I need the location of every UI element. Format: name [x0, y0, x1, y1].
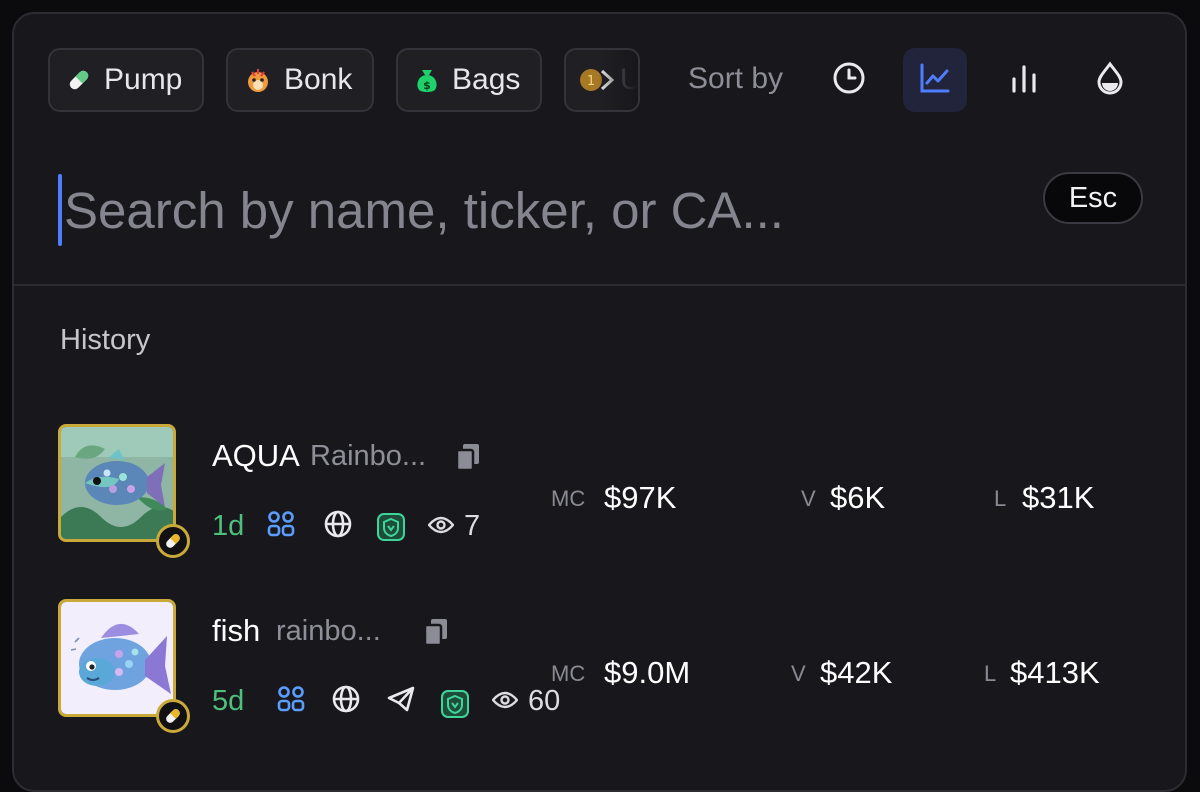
history-row-fish[interactable]: fish rainbo... 5d 60 MC $9.0M V $42K L $…: [14, 599, 1185, 749]
volume-label: V: [791, 661, 806, 686]
pump-badge: [156, 524, 190, 558]
market-cap-label: MC: [551, 486, 586, 511]
chip-fade: [598, 50, 638, 110]
liquidity-label: L: [994, 486, 1007, 511]
token-age: 5d: [212, 685, 245, 717]
chip-label: Pump: [104, 63, 183, 96]
chip-label: Bags: [452, 63, 521, 96]
globe-icon[interactable]: [330, 683, 362, 715]
token-name: rainbo...: [276, 615, 381, 647]
search-bar: [14, 154, 1185, 284]
copy-icon[interactable]: [422, 617, 450, 652]
token-ticker: AQUA: [212, 438, 300, 473]
volume-value: $6K: [830, 480, 886, 515]
market-cap-label: MC: [551, 661, 586, 686]
chip-label: Bonk: [284, 63, 353, 96]
liquidity-value: $31K: [1022, 480, 1095, 515]
shield-logo-icon[interactable]: [440, 689, 470, 719]
search-panel: Pump Bonk $ Bags 1 U Sort by: [12, 12, 1187, 792]
token-age: 1d: [212, 510, 245, 542]
sort-by-market-cap-button[interactable]: [903, 48, 967, 112]
svg-text:$: $: [423, 79, 431, 92]
money-bag-icon: $: [414, 66, 440, 94]
copy-icon[interactable]: [454, 442, 482, 477]
views-value: 60: [528, 685, 561, 717]
views-count: 60: [491, 685, 561, 718]
liquidity-label: L: [984, 661, 997, 686]
globe-icon[interactable]: [322, 508, 354, 540]
search-input[interactable]: [60, 168, 1024, 252]
pump-badge: [156, 699, 190, 733]
liquidity-value: $413K: [1010, 655, 1100, 690]
volume-label: V: [801, 486, 816, 511]
droplet-icon: [1093, 61, 1127, 100]
pill-icon: [66, 67, 92, 93]
sort-by-label: Sort by: [688, 62, 784, 95]
launchpad-chip-bonk[interactable]: Bonk: [226, 48, 374, 112]
sort-by-volume-button[interactable]: [992, 48, 1056, 112]
community-icon[interactable]: [276, 685, 306, 713]
launchpad-chip-u[interactable]: 1 U: [564, 48, 640, 112]
views-count: 7: [427, 510, 481, 543]
divider: [14, 284, 1185, 286]
token-image-fish: [58, 599, 176, 717]
volume-value: $42K: [820, 655, 893, 690]
svg-text:1: 1: [587, 74, 595, 89]
launchpad-chip-bags[interactable]: $ Bags: [396, 48, 542, 112]
trend-line-icon: [918, 61, 952, 100]
views-value: 7: [464, 510, 481, 542]
token-image-aqua: [58, 424, 176, 542]
history-row-aqua[interactable]: AQUA Rainbo... 1d 7 MC $97K V $6K L $31K: [14, 424, 1185, 574]
shield-logo-icon[interactable]: [376, 512, 406, 542]
bar-chart-icon: [1007, 61, 1041, 100]
market-cap-value: $9.0M: [604, 655, 691, 690]
token-name: Rainbo...: [310, 440, 427, 472]
sort-by-time-button[interactable]: [817, 48, 881, 112]
launchpad-chip-pump[interactable]: Pump: [48, 48, 204, 112]
filter-toolbar: Pump Bonk $ Bags 1 U Sort by: [14, 14, 1185, 134]
community-icon[interactable]: [266, 510, 296, 538]
telegram-icon[interactable]: [386, 685, 416, 713]
eye-icon: [427, 510, 455, 543]
sort-by-liquidity-button[interactable]: [1078, 48, 1142, 112]
esc-button[interactable]: Esc: [1043, 172, 1143, 224]
token-ticker: fish: [212, 613, 261, 648]
market-cap-value: $97K: [604, 480, 677, 515]
eye-icon: [491, 685, 519, 718]
clock-icon: [832, 61, 866, 100]
history-heading: History: [60, 324, 151, 356]
bonk-dog-icon: [244, 66, 272, 94]
